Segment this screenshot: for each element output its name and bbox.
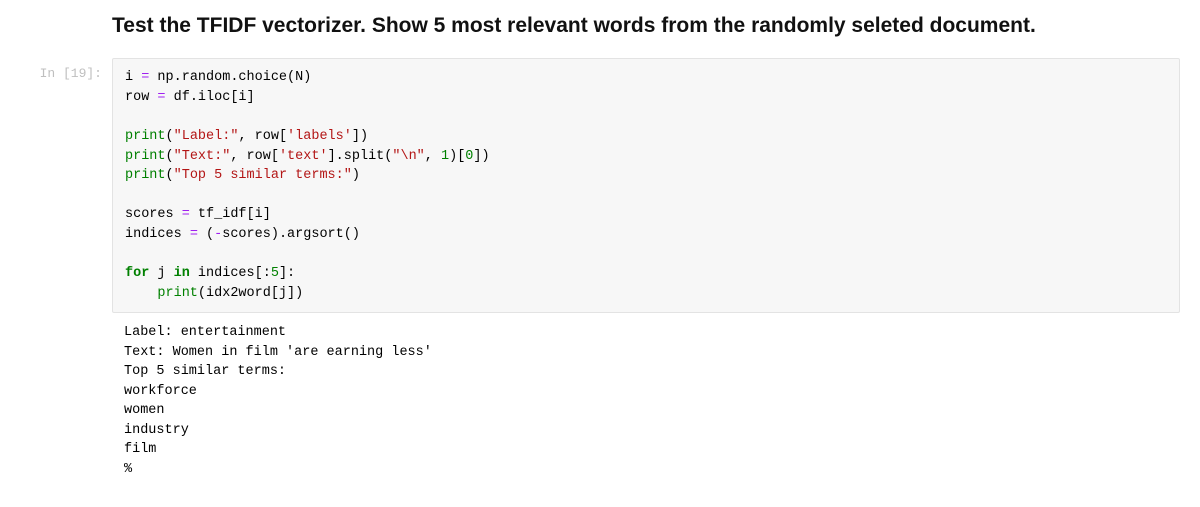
op-minus: - (214, 227, 222, 242)
op-eq: = (157, 90, 165, 105)
print-fn: print (125, 168, 166, 183)
code-content: i = np.random.choice(N) row = df.iloc[i]… (112, 58, 1180, 479)
markdown-row: Test the TFIDF vectorizer. Show 5 most r… (0, 8, 1200, 58)
markdown-content: Test the TFIDF vectorizer. Show 5 most r… (112, 8, 1180, 58)
print-fn: print (125, 129, 166, 144)
str-top5: "Top 5 similar terms:" (174, 168, 352, 183)
input-prompt: In [19]: (0, 58, 112, 81)
op-eq: = (190, 227, 198, 242)
str-label: "Label:" (174, 129, 239, 144)
op-eq: = (182, 207, 190, 222)
print-fn: print (157, 286, 198, 301)
num-5: 5 (271, 266, 279, 281)
str-newline: "\n" (392, 149, 424, 164)
op-eq: = (141, 70, 149, 85)
code-cell[interactable]: i = np.random.choice(N) row = df.iloc[i]… (112, 58, 1180, 313)
print-fn: print (125, 149, 166, 164)
str-text-key: 'text' (279, 149, 328, 164)
num-0: 0 (465, 149, 473, 164)
kw-for: for (125, 266, 149, 281)
markdown-prompt (0, 8, 112, 16)
kw-in: in (174, 266, 190, 281)
markdown-title: Test the TFIDF vectorizer. Show 5 most r… (112, 8, 1180, 58)
code-row: In [19]: i = np.random.choice(N) row = d… (0, 58, 1200, 479)
output-cell: Label: entertainment Text: Women in film… (112, 313, 1180, 480)
num-1: 1 (441, 149, 449, 164)
str-labels-key: 'labels' (287, 129, 352, 144)
str-text: "Text:" (174, 149, 231, 164)
